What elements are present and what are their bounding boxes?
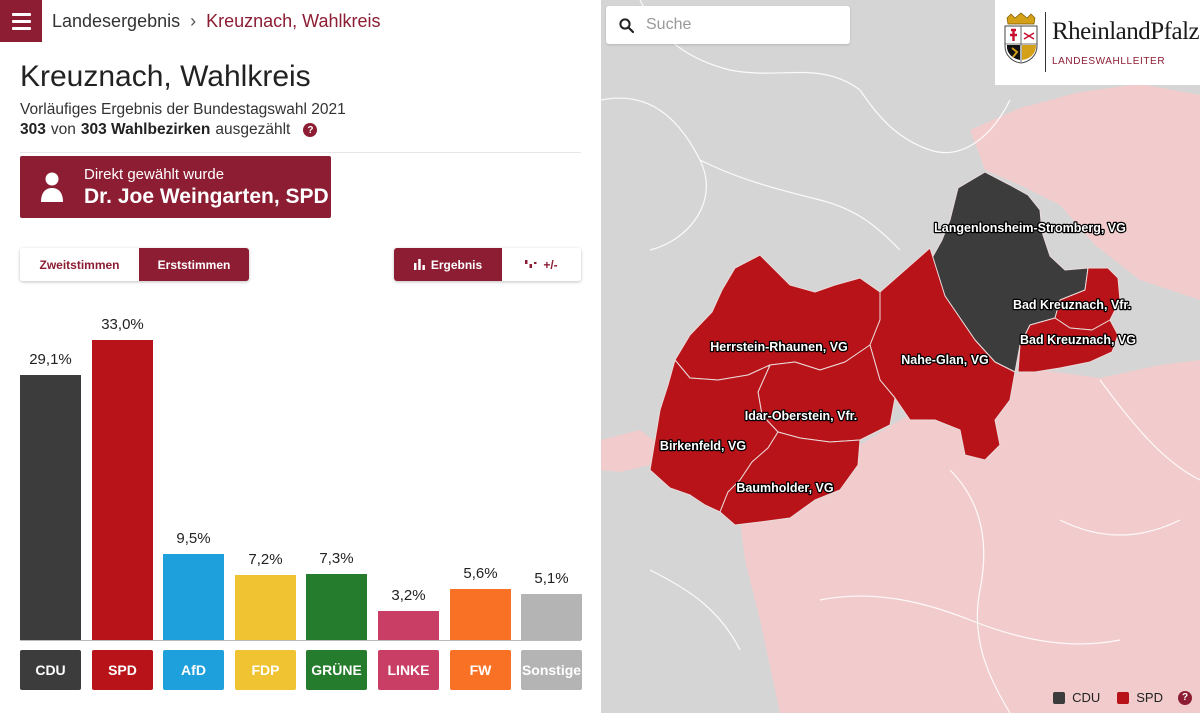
vote-type-toggle: Zweitstimmen Erststimmen (20, 248, 249, 281)
region-label: Baumholder, VG (736, 481, 833, 495)
map-legend: CDU SPD ? (1053, 690, 1192, 705)
breadcrumb: Landesergebnis › Kreuznach, Wahlkreis (52, 11, 381, 32)
elected-label: Direkt gewählt wurde (84, 166, 225, 183)
elected-name: Dr. Joe Weingarten, SPD (84, 185, 329, 208)
menu-button[interactable] (0, 0, 42, 42)
party-label[interactable]: Sonstige (521, 650, 582, 690)
bar-chart-icon (413, 259, 425, 270)
diff-chart-icon (525, 260, 537, 268)
logo-divider (1045, 12, 1046, 72)
page-subtitle: Vorläufiges Ergebnis der Bundestagswahl … (20, 101, 346, 118)
results-map[interactable]: Langenlonsheim-Stromberg, VG Bad Kreuzna… (601, 0, 1200, 713)
bar-linke[interactable] (378, 611, 439, 640)
legend-swatch (1117, 691, 1130, 704)
search-box[interactable] (606, 6, 850, 44)
region-label: Bad Kreuznach, VG (1020, 333, 1136, 347)
counted-total: 303 Wahlbezirken (80, 121, 211, 138)
region-label: Idar-Oberstein, Vfr. (745, 409, 858, 423)
bar-value-label: 3,2% (391, 587, 426, 604)
chevron-right-icon: › (190, 11, 197, 31)
bar-grüne[interactable] (306, 574, 367, 640)
tab-ergebnis[interactable]: Ergebnis (394, 248, 502, 281)
results-panel: Landesergebnis › Kreuznach, Wahlkreis Kr… (0, 0, 601, 713)
help-icon[interactable]: ? (303, 123, 318, 137)
party-label[interactable]: AfD (163, 650, 224, 690)
legend-label: SPD (1136, 690, 1163, 705)
chart-baseline (20, 640, 581, 641)
elected-candidate-banner: Direkt gewählt wurde Dr. Joe Weingarten,… (20, 156, 331, 218)
party-label[interactable]: FDP (235, 650, 296, 690)
region-label: Langenlonsheim-Stromberg, VG (934, 221, 1126, 235)
party-label[interactable]: SPD (92, 650, 153, 690)
coat-of-arms-icon (1004, 12, 1038, 64)
legend-label: CDU (1072, 690, 1101, 705)
bar-cdu[interactable] (20, 375, 81, 640)
bar-value-label: 9,5% (176, 530, 211, 547)
bar-value-label: 33,0% (101, 316, 144, 333)
bar-value-label: 7,2% (248, 551, 283, 568)
region-label: Nahe-Glan, VG (901, 353, 989, 367)
region-label: Bad Kreuznach, Vfr. (1013, 298, 1131, 312)
legend-swatch (1053, 691, 1066, 704)
help-icon[interactable]: ? (1178, 690, 1192, 705)
party-label[interactable]: GRÜNE (306, 650, 367, 690)
bar-afd[interactable] (163, 554, 224, 640)
menu-icon (11, 12, 31, 16)
counted-von: von (50, 121, 76, 138)
search-icon (619, 18, 634, 33)
bar-sonstige[interactable] (521, 594, 582, 640)
bar-value-label: 29,1% (29, 351, 72, 368)
region-label: Herrstein-Rhaunen, VG (710, 340, 848, 354)
breadcrumb-root-link[interactable]: Landesergebnis (52, 11, 180, 32)
bar-fdp[interactable] (235, 575, 296, 640)
bar-value-label: 5,1% (534, 570, 569, 587)
tab-zweitstimmen[interactable]: Zweitstimmen (20, 248, 139, 281)
region-label: Birkenfeld, VG (660, 439, 746, 453)
tab-diff[interactable]: +/- (502, 248, 581, 281)
bar-fw[interactable] (450, 589, 511, 640)
view-toggle: Ergebnis +/- (394, 248, 581, 281)
divider (20, 152, 581, 153)
map-svg: Langenlonsheim-Stromberg, VG Bad Kreuzna… (601, 0, 1200, 713)
bar-value-label: 5,6% (463, 565, 498, 582)
counted-status: 303 von 303 Wahlbezirken ausgezählt ? (20, 121, 318, 139)
tab-diff-label: +/- (543, 257, 558, 272)
counted-suffix: ausgezählt (215, 121, 291, 138)
bar-value-label: 7,3% (319, 550, 354, 567)
logo[interactable]: RheinlandPfalz LANDESWAHLLEITER (995, 0, 1200, 85)
logo-subtitle: LANDESWAHLLEITER (1052, 56, 1166, 67)
party-label[interactable]: LINKE (378, 650, 439, 690)
party-label[interactable]: FW (450, 650, 511, 690)
search-input[interactable] (646, 14, 841, 36)
tab-ergebnis-label: Ergebnis (430, 257, 483, 272)
tab-erststimmen[interactable]: Erststimmen (139, 248, 249, 281)
person-icon (41, 172, 63, 202)
party-label[interactable]: CDU (20, 650, 81, 690)
breadcrumb-current: Kreuznach, Wahlkreis (206, 11, 381, 31)
bar-spd[interactable] (92, 340, 153, 640)
page-title: Kreuznach, Wahlkreis (20, 60, 311, 93)
logo-name: RheinlandPfalz (1052, 18, 1200, 45)
counted-done: 303 (20, 121, 46, 138)
